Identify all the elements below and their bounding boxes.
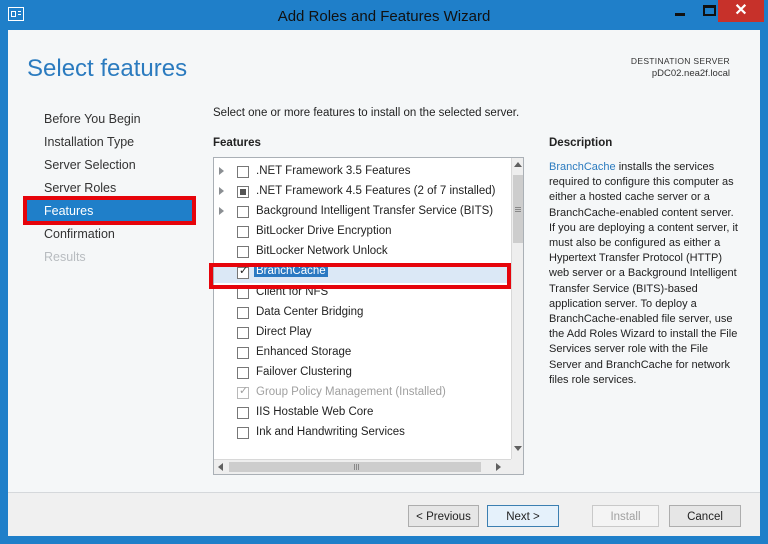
nav-item-confirmation[interactable]: Confirmation (44, 227, 115, 241)
next-button[interactable]: Next > (487, 505, 559, 527)
feature-row-bitlocker-network-unlock[interactable]: BitLocker Network Unlock (214, 242, 510, 262)
wizard-footer: < Previous Next > Install Cancel (8, 492, 760, 536)
nav-item-server-roles[interactable]: Server Roles (44, 181, 116, 195)
feature-row-bitlocker-drive-encryption[interactable]: BitLocker Drive Encryption (214, 222, 510, 242)
feature-label: Group Policy Management (Installed) (256, 386, 446, 399)
feature-label: Enhanced Storage (256, 345, 352, 358)
features-list[interactable]: Ink and Handwriting Services IIS Hostable… (213, 157, 524, 475)
minimize-icon (675, 13, 685, 16)
feature-checkbox: ✓ (237, 385, 249, 400)
feature-checkbox[interactable] (237, 226, 249, 239)
previous-button[interactable]: < Previous (408, 505, 479, 527)
expand-arrow-icon[interactable] (219, 187, 224, 196)
feature-label: Ink and Handwriting Services (256, 426, 405, 439)
feature-row-data-center-bridging[interactable]: Data Center Bridging (214, 303, 510, 323)
install-button[interactable]: Install (592, 505, 659, 527)
feature-row-group-policy-management-installed[interactable]: ✓ Group Policy Management (Installed) (214, 383, 510, 403)
vertical-scrollbar[interactable] (511, 158, 523, 459)
vertical-scroll-thumb[interactable] (513, 175, 523, 243)
description-header: Description (549, 137, 613, 149)
check-icon: ✓ (239, 385, 249, 398)
feature-row-iis-hostable-web-core[interactable]: IIS Hostable Web Core (214, 403, 510, 423)
grip-icon (515, 207, 521, 208)
feature-label: BitLocker Drive Encryption (256, 225, 392, 238)
expand-arrow-icon[interactable] (219, 167, 224, 175)
feature-row-failover-clustering[interactable]: Failover Clustering (214, 363, 510, 383)
feature-checkbox[interactable] (237, 186, 249, 199)
horizontal-scroll-thumb[interactable] (229, 462, 481, 472)
feature-checkbox[interactable] (237, 346, 249, 359)
nav-item-before-you-begin[interactable]: Before You Begin (44, 112, 141, 126)
feature-checkbox[interactable] (237, 326, 249, 339)
features-header: Features (213, 137, 261, 149)
page-title: Select features (27, 55, 188, 82)
close-button[interactable]: ✕ (718, 0, 764, 22)
feature-checkbox[interactable] (237, 166, 249, 178)
description-body: installs the services required to config… (549, 161, 738, 386)
feature-row-net-framework-4-5-features-2-of-7-installed[interactable]: .NET Framework 4.5 Features (2 of 7 inst… (214, 182, 510, 202)
feature-row-enhanced-storage[interactable]: Enhanced Storage (214, 343, 510, 363)
annotation-highlight-branchcache (209, 263, 511, 289)
close-icon: ✕ (734, 2, 748, 19)
feature-label: .NET Framework 3.5 Features (256, 165, 411, 177)
minimize-button[interactable] (665, 0, 695, 22)
expand-arrow-icon[interactable] (219, 207, 224, 216)
destination-server-value: pDC02.nea2f.local (651, 68, 730, 79)
feature-label: .NET Framework 4.5 Features (2 of 7 inst… (256, 185, 496, 198)
nav-item-installation-type[interactable]: Installation Type (44, 135, 134, 149)
horizontal-scrollbar[interactable] (214, 459, 511, 474)
maximize-icon (703, 5, 716, 16)
cancel-button[interactable]: Cancel (669, 505, 741, 527)
wizard-client-area: Select features DESTINATION SERVER pDC02… (8, 30, 760, 536)
feature-label: Background Intelligent Transfer Service … (256, 205, 494, 218)
nav-item-server-selection[interactable]: Server Selection (44, 158, 136, 172)
scroll-up-arrow-icon[interactable] (514, 162, 522, 167)
instruction-text: Select one or more features to install o… (213, 107, 520, 119)
title-bar[interactable]: Add Roles and Features Wizard ✕ (0, 0, 768, 30)
feature-checkbox[interactable] (237, 407, 249, 420)
feature-checkbox[interactable] (237, 246, 249, 259)
window-title: Add Roles and Features Wizard (277, 8, 491, 25)
feature-checkbox[interactable] (237, 306, 249, 319)
feature-label: BitLocker Network Unlock (256, 245, 388, 258)
feature-label: IIS Hostable Web Core (256, 406, 374, 419)
scrollbar-corner (511, 459, 523, 474)
nav-item-results: Results (44, 250, 86, 264)
feature-checkbox[interactable] (237, 206, 249, 219)
feature-label: Direct Play (256, 325, 312, 338)
grip-icon (354, 464, 355, 470)
feature-row-direct-play[interactable]: Direct Play (214, 323, 510, 343)
window-frame: Add Roles and Features Wizard ✕ Select f… (0, 0, 768, 544)
feature-label: Failover Clustering (256, 366, 352, 378)
description-text: BranchCache installs the services requir… (549, 160, 739, 388)
annotation-highlight-features-nav (23, 196, 196, 225)
feature-checkbox[interactable] (237, 427, 249, 440)
feature-checkbox[interactable] (237, 367, 249, 379)
feature-row-net-framework-3-5-features[interactable]: .NET Framework 3.5 Features (214, 162, 510, 182)
feature-label: Data Center Bridging (256, 305, 364, 318)
scroll-right-arrow-icon[interactable] (496, 463, 501, 471)
description-link[interactable]: BranchCache (549, 161, 616, 173)
destination-server-label: DESTINATION SERVER (630, 56, 730, 66)
feature-row-ink-and-handwriting-services[interactable]: Ink and Handwriting Services (214, 423, 510, 443)
scroll-left-arrow-icon[interactable] (218, 463, 223, 471)
scroll-down-arrow-icon[interactable] (514, 446, 522, 451)
feature-row-background-intelligent-transfer-service-bits[interactable]: Background Intelligent Transfer Service … (214, 202, 510, 222)
